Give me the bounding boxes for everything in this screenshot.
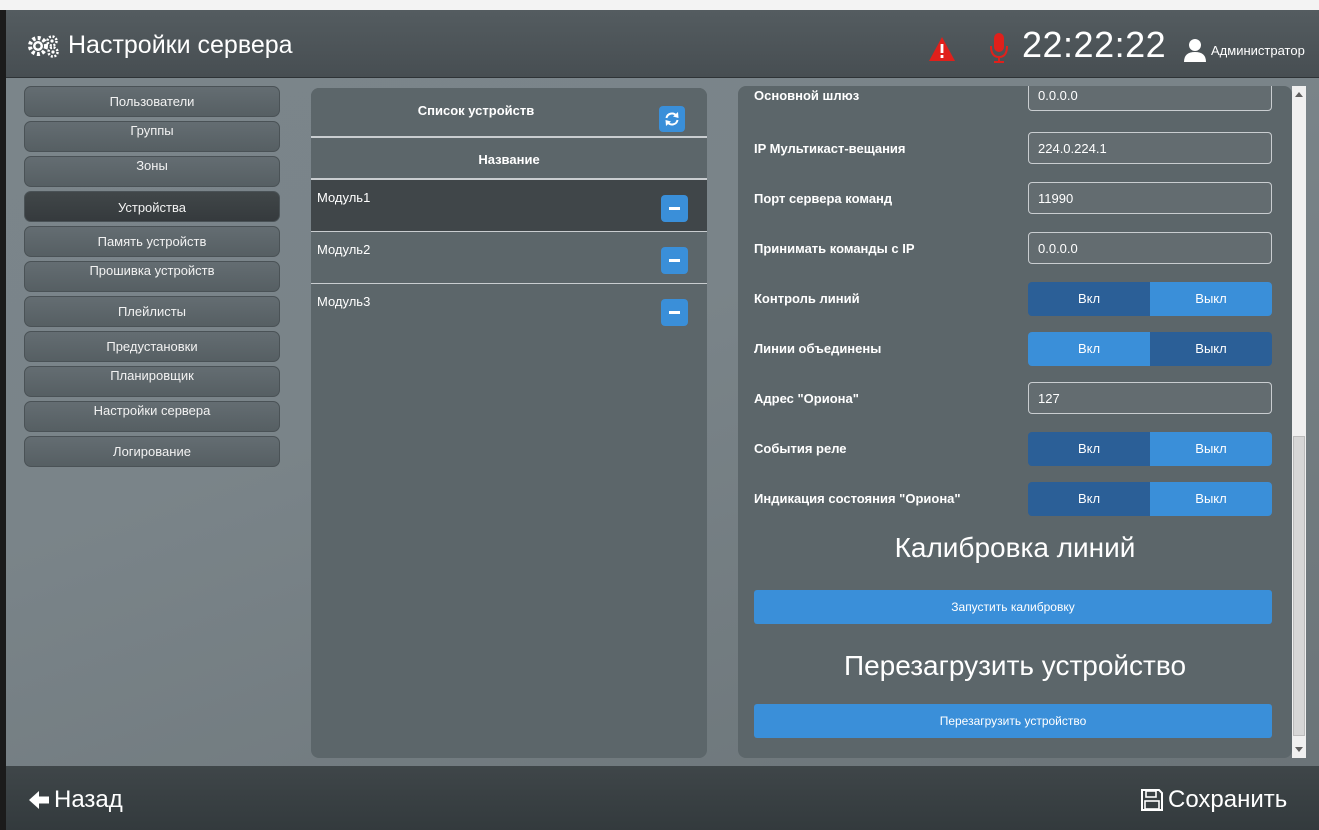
setting-label: Порт сервера команд — [754, 191, 893, 206]
reboot-device-button[interactable]: Перезагрузить устройство — [754, 704, 1272, 738]
relay-events-toggle[interactable]: Вкл Выкл — [1028, 432, 1272, 466]
command-ip-input[interactable] — [1028, 232, 1272, 264]
device-settings-panel: Основной шлюз IP Мультикаст-вещания Порт… — [738, 86, 1292, 758]
footer-bar: Назад Сохранить — [6, 766, 1319, 830]
reboot-heading: Перезагрузить устройство — [843, 650, 1187, 681]
command-port-input[interactable] — [1028, 182, 1272, 214]
save-label: Сохранить — [1168, 786, 1288, 813]
nav-item-device-firmware[interactable]: Прошивка устройств — [24, 261, 280, 292]
arrow-left-icon — [29, 791, 49, 809]
setting-label: Адрес "Ориона" — [754, 391, 859, 406]
page-title-group: Настройки сервера — [26, 31, 293, 60]
device-name: Модуль3 — [317, 294, 371, 309]
setting-label: IP Мультикаст-вещания — [754, 141, 906, 156]
main-content: Пользователи Группы Зоны Устройства Памя… — [6, 78, 1319, 766]
multicast-ip-input[interactable] — [1028, 132, 1272, 164]
setting-label: Основной шлюз — [754, 88, 860, 103]
device-name: Модуль2 — [317, 242, 371, 257]
setting-label: Линии объединены — [754, 341, 882, 356]
device-row[interactable]: Модуль3 — [311, 284, 707, 335]
back-label: Назад — [54, 786, 123, 813]
nav-item-playlists[interactable]: Плейлисты — [24, 296, 280, 327]
toggle-on[interactable]: Вкл — [1028, 482, 1150, 516]
nav-item-groups[interactable]: Группы — [24, 121, 280, 152]
toggle-off[interactable]: Выкл — [1150, 332, 1272, 366]
toggle-on[interactable]: Вкл — [1028, 282, 1150, 316]
toggle-on[interactable]: Вкл — [1028, 432, 1150, 466]
scroll-up-arrow-icon[interactable] — [1295, 92, 1303, 97]
setting-relay-events: События реле Вкл Выкл — [738, 432, 1292, 466]
scroll-down-arrow-icon[interactable] — [1295, 747, 1303, 752]
user-icon — [1184, 39, 1206, 62]
refresh-button[interactable] — [659, 106, 685, 132]
toggle-off[interactable]: Выкл — [1150, 482, 1272, 516]
toggle-on[interactable]: Вкл — [1028, 332, 1150, 366]
setting-command-ip: Принимать команды с IP — [738, 232, 1292, 266]
device-list-title: Список устройств — [417, 103, 535, 118]
setting-orion-address: Адрес "Ориона" — [738, 382, 1292, 416]
toggle-off[interactable]: Выкл — [1150, 432, 1272, 466]
save-button[interactable]: Сохранить — [1140, 786, 1287, 814]
warning-icon[interactable] — [928, 36, 956, 62]
remove-device-button[interactable] — [661, 247, 688, 274]
nav-item-server-settings[interactable]: Настройки сервера — [24, 401, 280, 432]
nav-item-presets[interactable]: Предустановки — [24, 331, 280, 362]
orion-indication-toggle[interactable]: Вкл Выкл — [1028, 482, 1272, 516]
nav-item-logging[interactable]: Логирование — [24, 436, 280, 467]
setting-label: Индикация состояния "Ориона" — [754, 491, 961, 506]
device-row[interactable]: Модуль1 — [311, 180, 707, 232]
nav-item-device-memory[interactable]: Память устройств — [24, 226, 280, 257]
setting-label: Контроль линий — [754, 291, 860, 306]
settings-scrollbar[interactable] — [1292, 86, 1306, 758]
start-calibration-button[interactable]: Запустить калибровку — [754, 590, 1272, 624]
setting-gateway: Основной шлюз — [738, 86, 1292, 113]
device-list-panel: Список устройств Название Модуль1 Модуль… — [311, 88, 707, 758]
device-row[interactable]: Модуль2 — [311, 232, 707, 284]
nav-item-scheduler[interactable]: Планировщик — [24, 366, 280, 397]
device-name: Модуль1 — [317, 190, 371, 205]
nav-item-users[interactable]: Пользователи — [24, 86, 280, 117]
scrollbar-thumb[interactable] — [1293, 436, 1305, 736]
toggle-off[interactable]: Выкл — [1150, 282, 1272, 316]
nav-item-zones[interactable]: Зоны — [24, 156, 280, 187]
setting-lines-joined: Линии объединены Вкл Выкл — [738, 332, 1292, 366]
setting-command-port: Порт сервера команд — [738, 182, 1292, 216]
lines-joined-toggle[interactable]: Вкл Выкл — [1028, 332, 1272, 366]
setting-label: События реле — [754, 441, 847, 456]
nav-item-devices[interactable]: Устройства — [24, 191, 280, 222]
setting-orion-indication: Индикация состояния "Ориона" Вкл Выкл — [738, 482, 1292, 516]
window-top-edge — [0, 0, 1319, 10]
gears-icon — [28, 34, 59, 58]
calibration-heading: Калибровка линий — [894, 532, 1136, 563]
user-menu[interactable]: Администратор — [1182, 38, 1305, 62]
remove-device-button[interactable] — [661, 195, 688, 222]
refresh-icon — [665, 112, 679, 126]
orion-address-input[interactable] — [1028, 382, 1272, 414]
column-header-name[interactable]: Название — [311, 138, 707, 180]
floppy-icon — [1141, 789, 1163, 811]
device-list-header: Список устройств — [311, 88, 707, 138]
user-name: Администратор — [1211, 42, 1305, 58]
setting-line-control: Контроль линий Вкл Выкл — [738, 282, 1292, 316]
page-title: Настройки сервера — [68, 31, 293, 59]
microphone-icon[interactable] — [989, 32, 1009, 64]
header-bar: Настройки сервера 22:22:22 Администратор — [6, 10, 1319, 78]
setting-multicast: IP Мультикаст-вещания — [738, 132, 1292, 166]
clock: 22:22:22 — [1022, 24, 1167, 65]
sidebar-nav: Пользователи Группы Зоны Устройства Памя… — [24, 86, 280, 471]
gateway-input[interactable] — [1028, 86, 1272, 111]
setting-label: Принимать команды с IP — [754, 241, 915, 256]
line-control-toggle[interactable]: Вкл Выкл — [1028, 282, 1272, 316]
remove-device-button[interactable] — [661, 299, 688, 326]
back-button[interactable]: Назад — [28, 786, 123, 814]
